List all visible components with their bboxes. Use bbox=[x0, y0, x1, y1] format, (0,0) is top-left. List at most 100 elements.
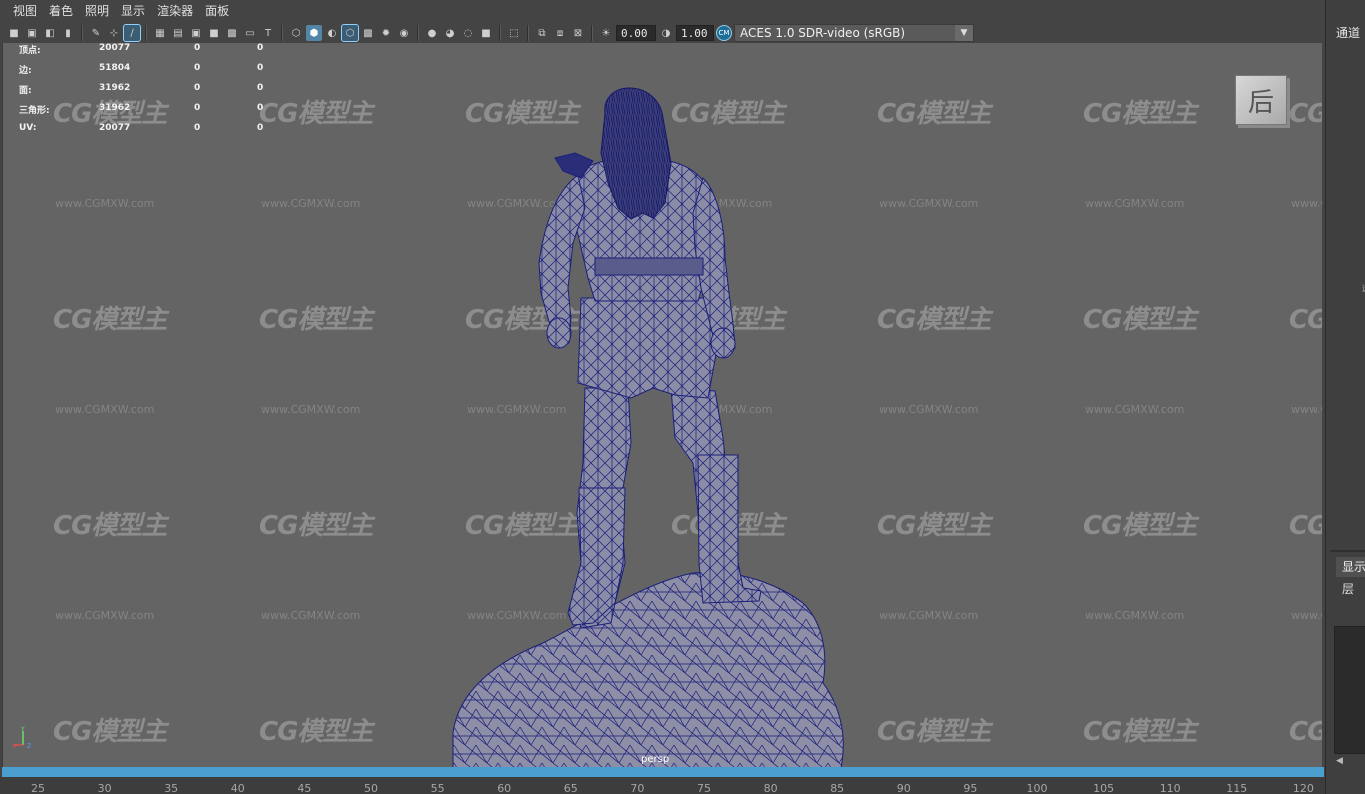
view-cube[interactable]: 后 bbox=[1235, 75, 1287, 125]
wireframe-on-shaded-icon[interactable]: ⬡ bbox=[341, 24, 359, 42]
time-tick-label: 75 bbox=[697, 782, 711, 794]
panel-divider[interactable] bbox=[1330, 550, 1365, 552]
hud-value: 51804 bbox=[99, 63, 131, 73]
shadows-icon[interactable]: ◉ bbox=[396, 25, 412, 41]
hud-value: 31962 bbox=[99, 103, 131, 113]
tab-channel-box[interactable]: 通道 bbox=[1336, 24, 1360, 41]
wireframe-model[interactable] bbox=[3, 43, 1322, 768]
color-space-dropdown[interactable]: ACES 1.0 SDR-video (sRGB) ▼ bbox=[734, 24, 974, 42]
time-tick-label: 105 bbox=[1093, 782, 1115, 794]
menu-show[interactable]: 显示 bbox=[116, 0, 152, 22]
time-tick-label: 110 bbox=[1159, 782, 1181, 794]
hud-label: 三角形: bbox=[19, 106, 50, 116]
poly-count-hud: 顶点: 20077 0 0 边: 51804 0 0 面: 31962 0 0 … bbox=[19, 43, 287, 143]
toolbar-divider bbox=[499, 25, 501, 41]
hud-row-edges: 边: 51804 0 0 bbox=[19, 63, 287, 83]
color-management-icon[interactable]: CM bbox=[716, 25, 732, 41]
toolbar-divider bbox=[145, 25, 147, 41]
rock-base bbox=[452, 571, 844, 768]
isolate-select-icon[interactable]: ⬚ bbox=[506, 25, 522, 41]
time-ruler[interactable]: 25 30 35 40 45 50 55 60 65 70 75 80 85 90 95 100 105 110 1… bbox=[0, 777, 1325, 794]
time-slider-bar[interactable] bbox=[2, 767, 1324, 777]
safe-action-icon[interactable]: ▭ bbox=[242, 25, 258, 41]
tab-display[interactable]: 显示 bbox=[1336, 557, 1365, 577]
time-tick-label: 50 bbox=[364, 782, 378, 794]
pen-tool-icon[interactable]: ∕ bbox=[123, 24, 141, 42]
hud-value: 20077 bbox=[99, 123, 131, 133]
right-fist bbox=[710, 327, 736, 359]
time-tick-label: 60 bbox=[497, 782, 512, 794]
default-material-icon[interactable]: ◐ bbox=[324, 25, 340, 41]
left-fist bbox=[546, 317, 572, 349]
toolbar-divider bbox=[591, 25, 593, 41]
hud-value: 0 bbox=[194, 83, 201, 93]
smooth-shade-icon[interactable]: ⬢ bbox=[306, 25, 322, 41]
camera-icon[interactable]: ■ bbox=[6, 25, 22, 41]
menu-view[interactable]: 视图 bbox=[8, 0, 44, 22]
motion-blur-icon[interactable]: ◕ bbox=[442, 25, 458, 41]
time-tick-label: 100 bbox=[1026, 782, 1048, 794]
time-tick-label: 55 bbox=[430, 782, 445, 794]
toolbar-divider bbox=[281, 25, 283, 41]
field-chart-icon[interactable]: ▩ bbox=[224, 25, 240, 41]
anti-aliasing-icon[interactable]: ◌ bbox=[460, 25, 476, 41]
svg-text:Y: Y bbox=[20, 726, 25, 733]
menu-shading[interactable]: 着色 bbox=[44, 0, 80, 22]
xray-active-icon[interactable]: ⧈ bbox=[552, 25, 568, 41]
grid-icon[interactable]: ▦ bbox=[152, 25, 168, 41]
textured-icon[interactable]: ▩ bbox=[360, 25, 376, 41]
2d-pan-zoom-icon[interactable]: ⊹ bbox=[106, 25, 122, 41]
chevron-down-icon[interactable]: ▼ bbox=[955, 25, 973, 41]
layer-list[interactable] bbox=[1334, 626, 1365, 754]
safe-title-icon[interactable]: T bbox=[260, 25, 276, 41]
toolbar-divider bbox=[527, 25, 529, 41]
channel-box-panel: 通道 选 显示 层 ◀ bbox=[1325, 0, 1365, 794]
hud-value: 20077 bbox=[99, 43, 131, 53]
hud-label: 边: bbox=[19, 66, 32, 76]
scroll-left-icon[interactable]: ◀ bbox=[1336, 756, 1343, 766]
axis-gizmo-icon: Y X Z bbox=[12, 726, 31, 750]
hud-value: 0 bbox=[194, 103, 201, 113]
svg-text:X: X bbox=[12, 743, 16, 750]
menu-renderer[interactable]: 渲染器 bbox=[152, 0, 200, 22]
hud-row-uvs: UV: 20077 0 0 bbox=[19, 123, 287, 143]
depth-of-field-icon[interactable]: ■ bbox=[478, 25, 494, 41]
gamma-icon[interactable]: ◑ bbox=[658, 25, 674, 41]
gamma-field[interactable]: 1.00 bbox=[676, 25, 714, 41]
left-arm bbox=[538, 174, 586, 344]
gate-mask-icon[interactable]: ■ bbox=[206, 25, 222, 41]
time-tick-label: 45 bbox=[297, 782, 312, 794]
toolbar-divider bbox=[81, 25, 83, 41]
time-tick-label: 120 bbox=[1292, 782, 1314, 794]
film-gate-icon[interactable]: ▤ bbox=[170, 25, 186, 41]
time-tick-label: 70 bbox=[630, 782, 645, 794]
wireframe-icon[interactable]: ⬡ bbox=[288, 25, 304, 41]
exposure-icon[interactable]: ☀ bbox=[598, 25, 614, 41]
hud-value: 0 bbox=[194, 63, 201, 73]
grease-pencil-icon[interactable]: ✎ bbox=[88, 25, 104, 41]
resolution-gate-icon[interactable]: ▣ bbox=[188, 25, 204, 41]
3d-viewport[interactable]: CG模型主 www.CGMXW.com CG模型主 www.CGMXW.com CG模型… bbox=[2, 43, 1322, 768]
hud-row-triangles: 三角形: 31962 0 0 bbox=[19, 103, 287, 123]
time-tick-label: 85 bbox=[830, 782, 845, 794]
layer-menu[interactable]: 层 bbox=[1342, 580, 1354, 597]
hud-label: UV: bbox=[19, 123, 37, 133]
exposure-field[interactable]: 0.00 bbox=[616, 25, 656, 41]
use-lights-icon[interactable]: ✹ bbox=[378, 25, 394, 41]
xray-icon[interactable]: ⧉ bbox=[534, 25, 550, 41]
color-space-value: ACES 1.0 SDR-video (sRGB) bbox=[740, 26, 906, 40]
panel-toolbar: ■ ▣ ◧ ▮ ✎ ⊹ ∕ ▦ ▤ ▣ ■ ▩ ▭ T ⬡ ⬢ ◐ ⬡ ▩ ✹ … bbox=[0, 22, 1325, 44]
kilt bbox=[577, 297, 719, 399]
hud-value: 0 bbox=[257, 103, 264, 113]
hud-value: 0 bbox=[257, 83, 264, 93]
hud-row-vertices: 顶点: 20077 0 0 bbox=[19, 43, 287, 63]
image-plane-icon[interactable]: ◧ bbox=[42, 25, 58, 41]
camera-attributes-icon[interactable]: ▣ bbox=[24, 25, 40, 41]
time-tick-label: 25 bbox=[31, 782, 45, 794]
menu-panels[interactable]: 面板 bbox=[200, 0, 236, 22]
ambient-occlusion-icon[interactable]: ● bbox=[424, 25, 440, 41]
time-tick-label: 40 bbox=[230, 782, 245, 794]
bookmark-icon[interactable]: ▮ bbox=[60, 25, 76, 41]
menu-lighting[interactable]: 照明 bbox=[80, 0, 116, 22]
xray-joints-icon[interactable]: ⊠ bbox=[570, 25, 586, 41]
